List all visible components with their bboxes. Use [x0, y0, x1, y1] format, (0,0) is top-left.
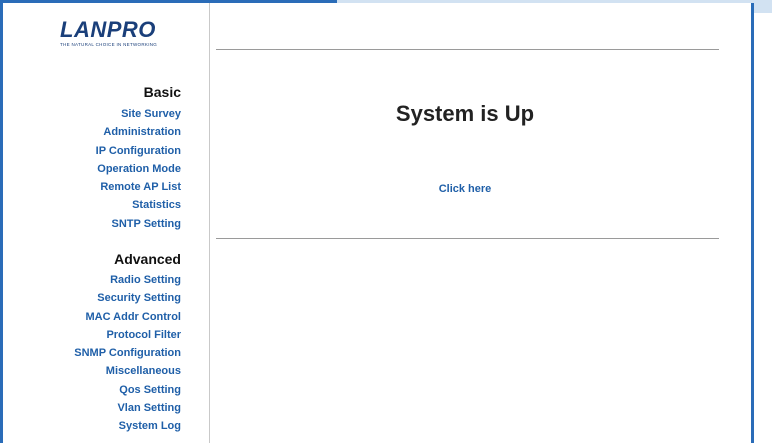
sidebar-item-system-log[interactable]: System Log: [74, 417, 181, 435]
logo-tagline: THE NATURAL CHOICE IN NETWORKING: [60, 42, 158, 47]
sidebar-item-ip-configuration[interactable]: IP Configuration: [96, 142, 181, 160]
sidebar-item-snmp-configuration[interactable]: SNMP Configuration: [74, 344, 181, 362]
sidebar-item-sntp-setting[interactable]: SNTP Setting: [96, 215, 181, 233]
section-title-basic: Basic: [143, 84, 181, 100]
sidebar-item-qos-setting[interactable]: Qos Setting: [74, 381, 181, 399]
sidebar-item-vlan-setting[interactable]: Vlan Setting: [74, 399, 181, 417]
sidebar-item-security-setting[interactable]: Security Setting: [74, 289, 181, 307]
sidebar-item-radio-setting[interactable]: Radio Setting: [74, 271, 181, 289]
logo-brand: LANPRO: [60, 17, 156, 42]
sidebar-item-statistics[interactable]: Statistics: [96, 196, 181, 214]
section-title-advanced: Advanced: [114, 251, 181, 267]
sidebar-item-site-survey[interactable]: Site Survey: [96, 105, 181, 123]
top-divider: [216, 49, 719, 50]
main-content: System is Up Click here: [211, 3, 751, 443]
sidebar-item-protocol-filter[interactable]: Protocol Filter: [74, 326, 181, 344]
basic-nav-list: Site Survey Administration IP Configurat…: [96, 105, 181, 233]
sidebar-item-remote-ap-list[interactable]: Remote AP List: [96, 178, 181, 196]
sidebar-item-administration[interactable]: Administration: [96, 123, 181, 141]
click-here-link[interactable]: Click here: [211, 183, 719, 195]
sidebar-item-mac-addr-control[interactable]: MAC Addr Control: [74, 308, 181, 326]
bottom-divider: [216, 238, 719, 239]
advanced-nav-list: Radio Setting Security Setting MAC Addr …: [74, 271, 181, 436]
sidebar: LANPRO THE NATURAL CHOICE IN NETWORKING …: [3, 3, 210, 443]
page-title: System is Up: [395, 101, 535, 126]
sidebar-item-miscellaneous[interactable]: Miscellaneous: [74, 362, 181, 380]
lanpro-logo: LANPRO THE NATURAL CHOICE IN NETWORKING: [60, 19, 190, 49]
sidebar-item-operation-mode[interactable]: Operation Mode: [96, 160, 181, 178]
